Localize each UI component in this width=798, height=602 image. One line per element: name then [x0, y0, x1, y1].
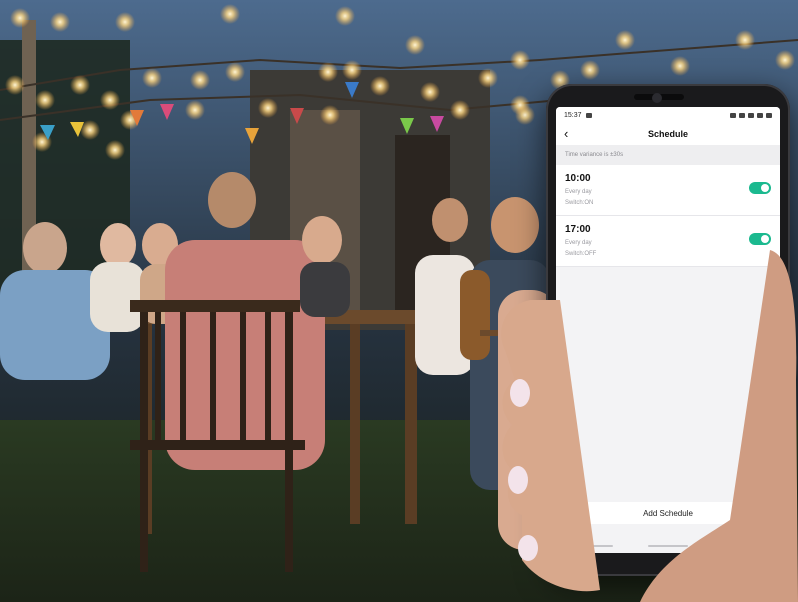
string-light-bulb [142, 68, 162, 88]
mute-icon [739, 112, 745, 118]
battery-icon [766, 112, 772, 118]
string-light-bulb [515, 105, 535, 125]
string-light-bulb [100, 90, 120, 110]
schedule-repeat: Every day [565, 240, 592, 246]
string-light-bulb [10, 8, 30, 28]
status-bar: 15:37 [556, 107, 780, 123]
string-light-bulb [190, 70, 210, 90]
string-light-bulb [70, 75, 90, 95]
page-title: Schedule [647, 129, 688, 139]
notification-icon [585, 112, 592, 118]
nav-home-bar[interactable] [647, 545, 688, 547]
string-light-bulb [220, 4, 240, 24]
string-light-bulb [225, 62, 245, 82]
string-light-bulb [735, 30, 755, 50]
string-light-bulb [342, 60, 362, 80]
schedule-toggle[interactable] [749, 233, 771, 245]
string-light-bulb [258, 98, 278, 118]
status-time: 15:37 [564, 111, 582, 119]
add-schedule-button[interactable]: Add Schedule [562, 502, 774, 524]
string-light-bulb [335, 6, 355, 26]
string-light-bulb [115, 12, 135, 32]
string-light-bulb [370, 76, 390, 96]
string-light-bulb [670, 56, 690, 76]
nav-header: ‹ Schedule [556, 123, 780, 145]
string-light-bulb [580, 60, 600, 80]
time-variance-note: Time variance is ±30s [556, 145, 780, 165]
toggle-knob [761, 184, 769, 192]
string-light-bulb [510, 50, 530, 70]
string-light-bulb [775, 50, 795, 70]
schedule-time: 17:00 [565, 224, 591, 235]
nav-recent-bar[interactable] [722, 545, 763, 547]
string-light-bulb [50, 12, 70, 32]
schedule-action: Switch:OFF [565, 251, 597, 257]
string-light-bulb [450, 100, 470, 120]
string-light-bulb [105, 140, 125, 160]
app-screen: 15:37 ‹ Schedule Time variance is ±30s 1… [556, 107, 780, 553]
nav-back-bar[interactable] [573, 545, 614, 547]
schedule-action: Switch:ON [565, 200, 594, 206]
toggle-knob [761, 235, 769, 243]
chevron-left-icon[interactable]: ‹ [564, 126, 568, 142]
wifi-icon [748, 112, 754, 118]
string-light-bulb [5, 75, 25, 95]
phone-camera [652, 93, 662, 103]
nav-bar [556, 545, 780, 547]
schedule-item[interactable]: 10:00 Every day Switch:ON [556, 165, 780, 216]
signal-icon [757, 112, 763, 118]
schedule-toggle[interactable] [749, 182, 771, 194]
schedule-repeat: Every day [565, 189, 592, 195]
string-light-bulb [420, 82, 440, 102]
schedule-time: 10:00 [565, 173, 591, 184]
string-light-bulb [320, 105, 340, 125]
string-light-bulb [478, 68, 498, 88]
string-light-bulb [615, 30, 635, 50]
string-light-bulb [35, 90, 55, 110]
string-light-bulb [185, 100, 205, 120]
string-light-bulb [318, 62, 338, 82]
smartphone: 15:37 ‹ Schedule Time variance is ±30s 1… [546, 84, 790, 576]
vibrate-icon [730, 112, 736, 118]
string-light-bulb [405, 35, 425, 55]
schedule-item[interactable]: 17:00 Every day Switch:OFF [556, 216, 780, 267]
